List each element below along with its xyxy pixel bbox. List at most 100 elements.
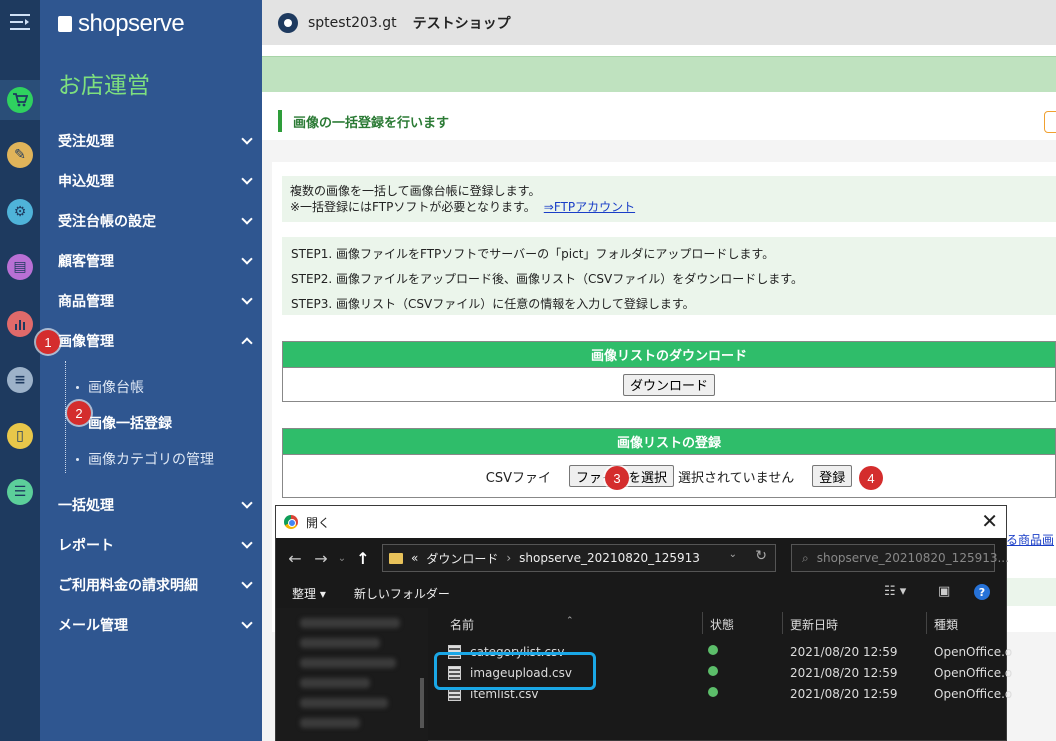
column-status[interactable]: 状態 [710, 616, 734, 633]
download-section: 画像リストのダウンロード ダウンロード [282, 341, 1056, 402]
chevron-down-icon [241, 213, 253, 225]
rail-reports[interactable] [0, 304, 40, 344]
sidebar-item-label: 受注処理 [58, 134, 114, 150]
menu-collapse-icon[interactable] [0, 0, 40, 44]
forward-arrow-icon[interactable]: → [308, 549, 334, 568]
help-button[interactable] [1044, 111, 1056, 133]
search-input[interactable]: ⌕ shopserve_20210820_125913... [791, 544, 1009, 572]
clipboard-icon: ☰ [7, 479, 33, 505]
column-name[interactable]: 名前 [450, 616, 474, 633]
file-open-dialog: 開く ✕ ← → ⌄ ↑ « ダウンロード › shopserve_202108… [275, 505, 1012, 741]
file-list-header: ⌃ 名前 状態 更新日時 種類 [428, 608, 1006, 636]
column-divider[interactable] [926, 612, 927, 634]
column-divider[interactable] [782, 612, 783, 634]
view-options-icon[interactable]: ☷ ▾ [884, 584, 906, 599]
sidebar-item-label: メール管理 [58, 618, 128, 634]
sidebar-subitem-image-categories[interactable]: 画像カテゴリの管理 [40, 441, 262, 477]
step-badge-2: 2 [67, 401, 91, 425]
rail-shop-operations[interactable] [0, 80, 40, 120]
info-box: 複数の画像を一括して画像台帳に登録します。 ※一括登録にはFTPソフトが必要とな… [282, 176, 1056, 222]
download-section-body: ダウンロード [283, 368, 1055, 401]
folder-icon [389, 552, 403, 564]
new-folder-button[interactable]: 新しいフォルダー [354, 585, 450, 602]
page-title: 画像の一括登録を行います [293, 116, 450, 131]
step-2: STEP2. 画像ファイルをアップロード後、画像リスト（CSVファイル）をダウン… [291, 272, 804, 286]
sidebar-item-images[interactable]: 画像管理 [40, 321, 262, 361]
sort-up-icon: ⌃ [566, 616, 574, 626]
page-title-bar: 画像の一括登録を行います [262, 100, 1056, 140]
nav-pane-scrollbar[interactable] [420, 678, 424, 728]
address-bar[interactable]: « ダウンロード › shopserve_20210820_125913 ⌄ ↻ [382, 544, 776, 572]
rail-edit[interactable]: ✎ [0, 135, 40, 175]
file-type: OpenOffice.o [934, 666, 1013, 680]
ftp-account-link[interactable]: ⇒FTPアカウント [544, 200, 635, 214]
download-button[interactable]: ダウンロード [622, 373, 715, 396]
organize-button[interactable]: 整理 ▾ [292, 585, 326, 602]
help-icon[interactable]: ? [974, 584, 990, 600]
sidebar-item-applications[interactable]: 申込処理 [40, 161, 262, 201]
sidebar-item-orders[interactable]: 受注処理 [40, 121, 262, 161]
path-segment-downloads[interactable]: ダウンロード [426, 550, 498, 567]
rail-mobile[interactable]: ▯ [0, 416, 40, 456]
sidebar-item-mail[interactable]: メール管理 [40, 605, 262, 645]
sidebar-item-order-ledger-settings[interactable]: 受注台帳の設定 [40, 201, 262, 241]
sidebar-item-reports[interactable]: レポート [40, 525, 262, 565]
chevron-down-icon [241, 577, 253, 589]
refresh-icon[interactable]: ↻ [755, 548, 767, 564]
top-header: sptest203.gt テストショップ [262, 0, 1056, 45]
nav-pane-item[interactable] [300, 698, 388, 708]
back-arrow-icon[interactable]: ← [282, 549, 308, 568]
nav-pane-item[interactable] [300, 718, 360, 728]
sidebar-item-label: 画像管理 [58, 334, 114, 350]
rail-settings[interactable]: ⚙ [0, 192, 40, 232]
file-type: OpenOffice.o [934, 645, 1013, 659]
dialog-toolbar: 整理 ▾ 新しいフォルダー ☷ ▾ ▣ ? [276, 578, 1006, 608]
subnav-divider [65, 361, 66, 473]
rail-tasks[interactable]: ☰ [0, 472, 40, 512]
shopping-bag-icon [58, 16, 72, 32]
nav-pane-item[interactable] [300, 618, 400, 628]
sidebar-item-customers[interactable]: 顧客管理 [40, 241, 262, 281]
nav-pane-item[interactable] [300, 678, 370, 688]
chevron-down-icon[interactable]: ⌄ [729, 549, 737, 560]
bottom-info-band [1006, 578, 1056, 606]
sidebar-item-label: ご利用料金の請求明細 [58, 578, 198, 594]
user-id: sptest203.gt [308, 14, 397, 31]
sidebar-subitem-image-ledger[interactable]: 画像台帳 [40, 369, 262, 405]
shop-name: テストショップ [412, 15, 511, 32]
sidebar-item-bulk-processing[interactable]: 一括処理 [40, 485, 262, 525]
close-icon[interactable]: ✕ [981, 509, 998, 533]
column-type[interactable]: 種類 [934, 616, 958, 633]
info-line-2: ※一括登録にはFTPソフトが必要となります。 ⇒FTPアカウント [290, 199, 1054, 215]
header-band [262, 56, 1056, 92]
register-button[interactable]: 登録 [812, 465, 853, 487]
sync-ok-icon [708, 666, 718, 676]
sidebar-item-label: レポート [58, 538, 114, 554]
step-badge-4: 4 [859, 466, 883, 490]
sidebar-item-billing[interactable]: ご利用料金の請求明細 [40, 565, 262, 605]
user-avatar-icon[interactable] [278, 12, 298, 33]
chrome-icon [284, 515, 298, 529]
product-image-link[interactable]: る商品画 [1006, 531, 1054, 548]
nav-pane-item[interactable] [300, 658, 396, 668]
rail-server[interactable]: ≡ [0, 360, 40, 400]
path-separator: › [506, 551, 512, 565]
nav-pane-item[interactable] [300, 638, 380, 648]
step-badge-3: 3 [605, 466, 629, 490]
column-modified[interactable]: 更新日時 [790, 616, 838, 633]
sidebar-item-label: 商品管理 [58, 294, 114, 310]
column-divider[interactable] [702, 612, 703, 634]
sidebar-item-products[interactable]: 商品管理 [40, 281, 262, 321]
brand-logo[interactable]: shopserve [58, 10, 185, 38]
rail-design[interactable]: ▤ [0, 247, 40, 287]
up-arrow-icon[interactable]: ↑ [350, 549, 376, 568]
preview-pane-icon[interactable]: ▣ [938, 584, 950, 599]
path-segment-current[interactable]: shopserve_20210820_125913 [519, 551, 700, 565]
no-file-selected-text: 選択されていません [678, 470, 795, 486]
chevron-down-icon[interactable]: ⌄ [334, 553, 350, 564]
sidebar-item-label: 顧客管理 [58, 254, 114, 270]
csv-file-label: CSVファイ [485, 470, 551, 486]
sidebar: shopserve お店運営 受注処理 申込処理 受注台帳の設定 顧客管理 商品… [40, 0, 262, 741]
dialog-title-bar: 開く ✕ [276, 506, 1006, 538]
register-section-body: CSVファイ ファイルを選択 選択されていません 登録 [283, 455, 1055, 497]
